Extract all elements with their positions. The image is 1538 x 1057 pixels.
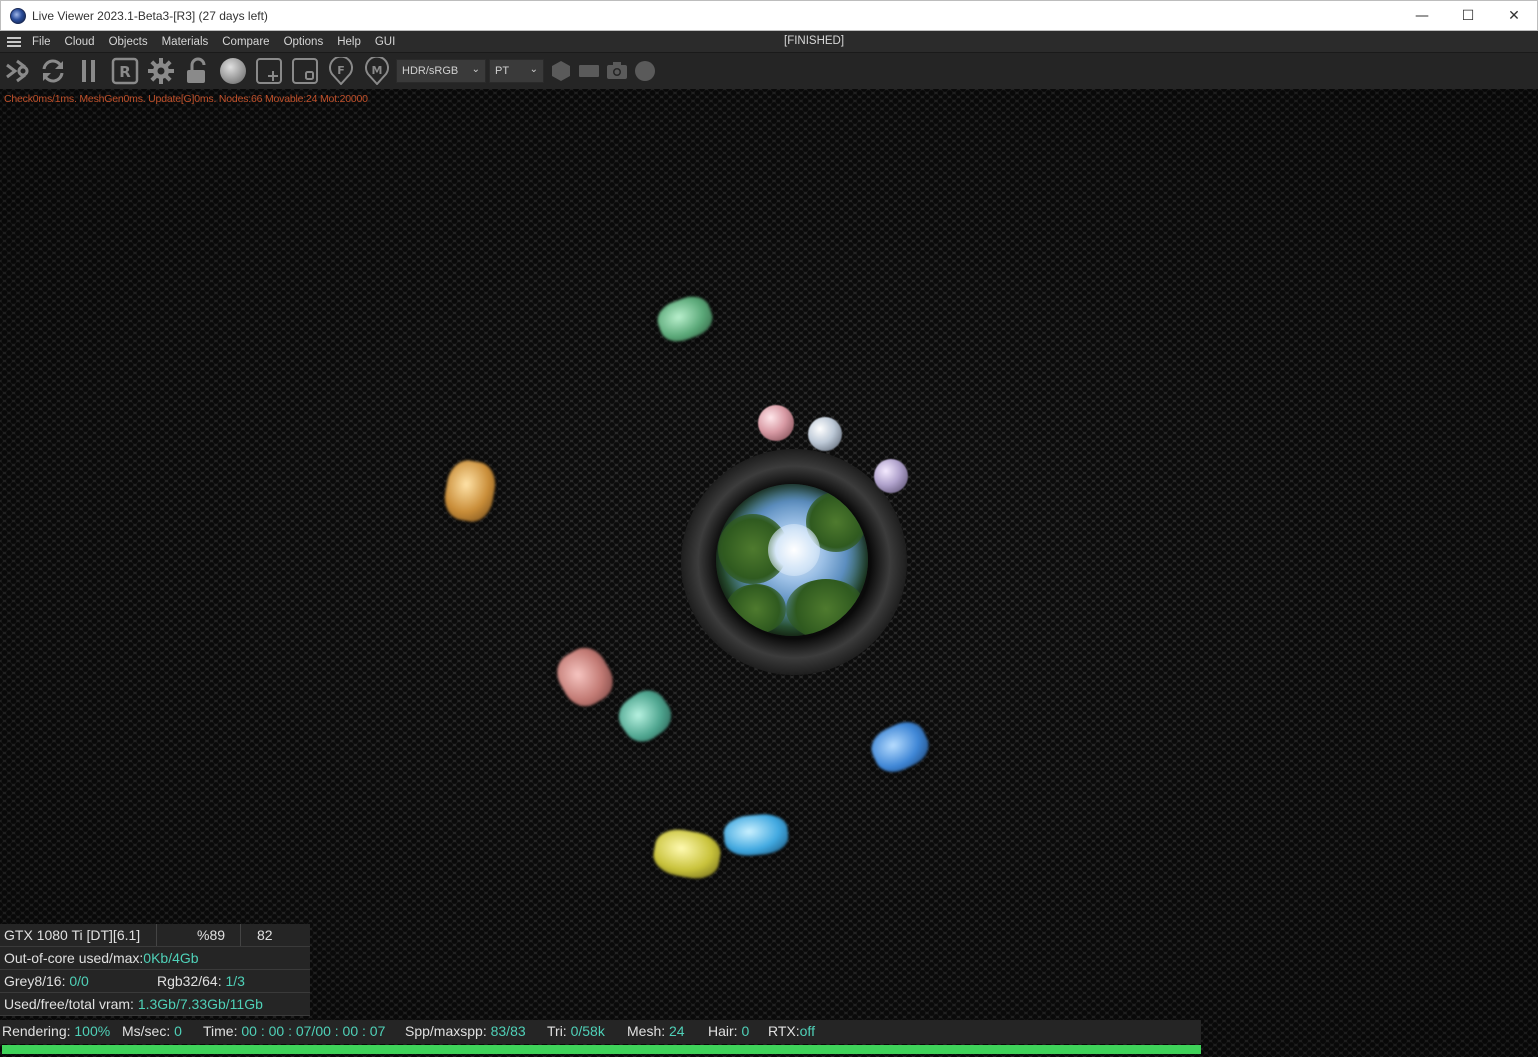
rendering-label: Rendering: bbox=[2, 1023, 71, 1039]
menu-gui[interactable]: GUI bbox=[375, 36, 395, 48]
pink-glass-bubble bbox=[758, 405, 794, 441]
film-icon[interactable] bbox=[574, 56, 604, 86]
kernel-selected: PT bbox=[495, 65, 510, 77]
render-viewport[interactable]: Check0ms/1ms. MeshGen0ms. Update[G]0ms. … bbox=[0, 89, 1538, 1057]
spp-label: Spp/maxspp: bbox=[405, 1023, 487, 1039]
region-icon[interactable] bbox=[290, 56, 320, 86]
gpu-name: GTX 1080 Ti [DT][6.1] bbox=[4, 927, 141, 943]
chevron-down-icon: ⌄ bbox=[529, 64, 538, 75]
camera-icon[interactable] bbox=[602, 56, 632, 86]
vram-row: Used/free/total vram: 1.3Gb/7.33Gb/11Gb bbox=[0, 993, 310, 1016]
menu-options[interactable]: Options bbox=[284, 36, 324, 48]
gpu-load: %89 bbox=[197, 927, 226, 943]
window-controls: — ☐ ✕ bbox=[1399, 1, 1537, 31]
close-button[interactable]: ✕ bbox=[1491, 1, 1537, 31]
minimize-button[interactable]: — bbox=[1399, 1, 1445, 31]
svg-text:M: M bbox=[372, 64, 383, 77]
render-progress-bar bbox=[2, 1045, 1201, 1054]
spp-value: 83/83 bbox=[490, 1023, 526, 1039]
out-of-core-row: Out-of-core used/max:0Kb/4Gb bbox=[0, 947, 310, 970]
svg-text:F: F bbox=[337, 64, 345, 77]
menu-objects[interactable]: Objects bbox=[109, 36, 148, 48]
render-progress-fill bbox=[2, 1045, 1201, 1054]
gpu-row: GTX 1080 Ti [DT][6.1] %89 82 bbox=[0, 924, 310, 947]
time-label: Time: bbox=[203, 1023, 238, 1039]
mssec-label: Ms/sec: bbox=[122, 1023, 171, 1039]
rendering-value: 100% bbox=[74, 1023, 111, 1039]
kernel-dropdown[interactable]: PT ⌄ bbox=[489, 59, 544, 83]
menu-file[interactable]: File bbox=[32, 36, 51, 48]
maximize-button[interactable]: ☐ bbox=[1445, 1, 1491, 31]
out-of-core-value: 0Kb/4Gb bbox=[143, 950, 199, 966]
chrome-sphere bbox=[716, 484, 868, 636]
hamburger-menu-icon[interactable] bbox=[7, 36, 21, 47]
focus-picker-icon[interactable]: F bbox=[326, 56, 356, 86]
rtx-label: RTX: bbox=[768, 1023, 800, 1039]
title-bar: Live Viewer 2023.1-Beta3-[R3] (27 days l… bbox=[0, 0, 1538, 31]
colorspace-dropdown[interactable]: HDR/sRGB ⌄ bbox=[396, 59, 486, 83]
menu-bar: File Cloud Objects Materials Compare Opt… bbox=[0, 31, 1538, 53]
grey-label: Grey8/16: bbox=[4, 973, 66, 989]
rtx-value: off bbox=[799, 1023, 815, 1039]
settings-gear-icon[interactable] bbox=[146, 56, 176, 86]
lock-icon[interactable] bbox=[182, 56, 212, 86]
vram-value: 1.3Gb/7.33Gb/11Gb bbox=[137, 996, 263, 1012]
mssec-value: 0 bbox=[174, 1023, 182, 1039]
render-status-bar: Rendering: 100% Ms/sec: 0 Time: 00 : 00 … bbox=[0, 1020, 1201, 1044]
pause-icon[interactable] bbox=[74, 56, 104, 86]
rgb-label: Rgb32/64: bbox=[157, 973, 222, 989]
debug-timing-text: Check0ms/1ms. MeshGen0ms. Update[G]0ms. … bbox=[4, 93, 368, 105]
add-region-icon[interactable] bbox=[254, 56, 284, 86]
window-title: Live Viewer 2023.1-Beta3-[R3] (27 days l… bbox=[32, 8, 268, 23]
chevron-down-icon: ⌄ bbox=[471, 64, 480, 75]
hair-value: 0 bbox=[741, 1023, 750, 1039]
restart-icon[interactable] bbox=[38, 56, 68, 86]
material-ball-icon[interactable] bbox=[218, 56, 248, 86]
send-scene-icon[interactable] bbox=[2, 56, 32, 86]
rgb-value: 1/3 bbox=[225, 973, 245, 989]
grey-value: 0/0 bbox=[69, 973, 89, 989]
svg-text:R: R bbox=[119, 63, 131, 81]
circle-icon[interactable] bbox=[630, 56, 660, 86]
tri-label: Tri: bbox=[547, 1023, 567, 1039]
gpu-temp: 82 bbox=[257, 927, 273, 943]
render-status: [FINISHED] bbox=[784, 35, 845, 47]
mesh-label: Mesh: bbox=[627, 1023, 666, 1039]
app-logo-icon bbox=[10, 7, 26, 24]
out-of-core-label: Out-of-core used/max: bbox=[4, 950, 144, 966]
menu-compare[interactable]: Compare bbox=[222, 36, 269, 48]
texture-row: Grey8/16: 0/0 Rgb32/64: 1/3 bbox=[0, 970, 310, 993]
tri-value: 0/58k bbox=[570, 1023, 605, 1039]
hexagon-icon[interactable] bbox=[546, 56, 576, 86]
hair-label: Hair: bbox=[708, 1023, 738, 1039]
lavender-glass-bubble bbox=[874, 459, 908, 493]
menu-cloud[interactable]: Cloud bbox=[65, 36, 95, 48]
toolbar: R F M HDR/sRGB ⌄ PT ⌄ bbox=[0, 53, 1538, 89]
vram-label: Used/free/total vram: bbox=[4, 996, 134, 1012]
mesh-value: 24 bbox=[669, 1023, 685, 1039]
stats-panel: GTX 1080 Ti [DT][6.1] %89 82 Out-of-core… bbox=[0, 924, 310, 1016]
material-picker-icon[interactable]: M bbox=[362, 56, 392, 86]
white-glass-bubble bbox=[808, 417, 842, 451]
colorspace-selected: HDR/sRGB bbox=[402, 65, 459, 77]
menu-help[interactable]: Help bbox=[337, 36, 361, 48]
menu-materials[interactable]: Materials bbox=[162, 36, 209, 48]
time-value: 00 : 00 : 07/00 : 00 : 07 bbox=[241, 1023, 386, 1039]
region-render-icon[interactable]: R bbox=[110, 56, 140, 86]
